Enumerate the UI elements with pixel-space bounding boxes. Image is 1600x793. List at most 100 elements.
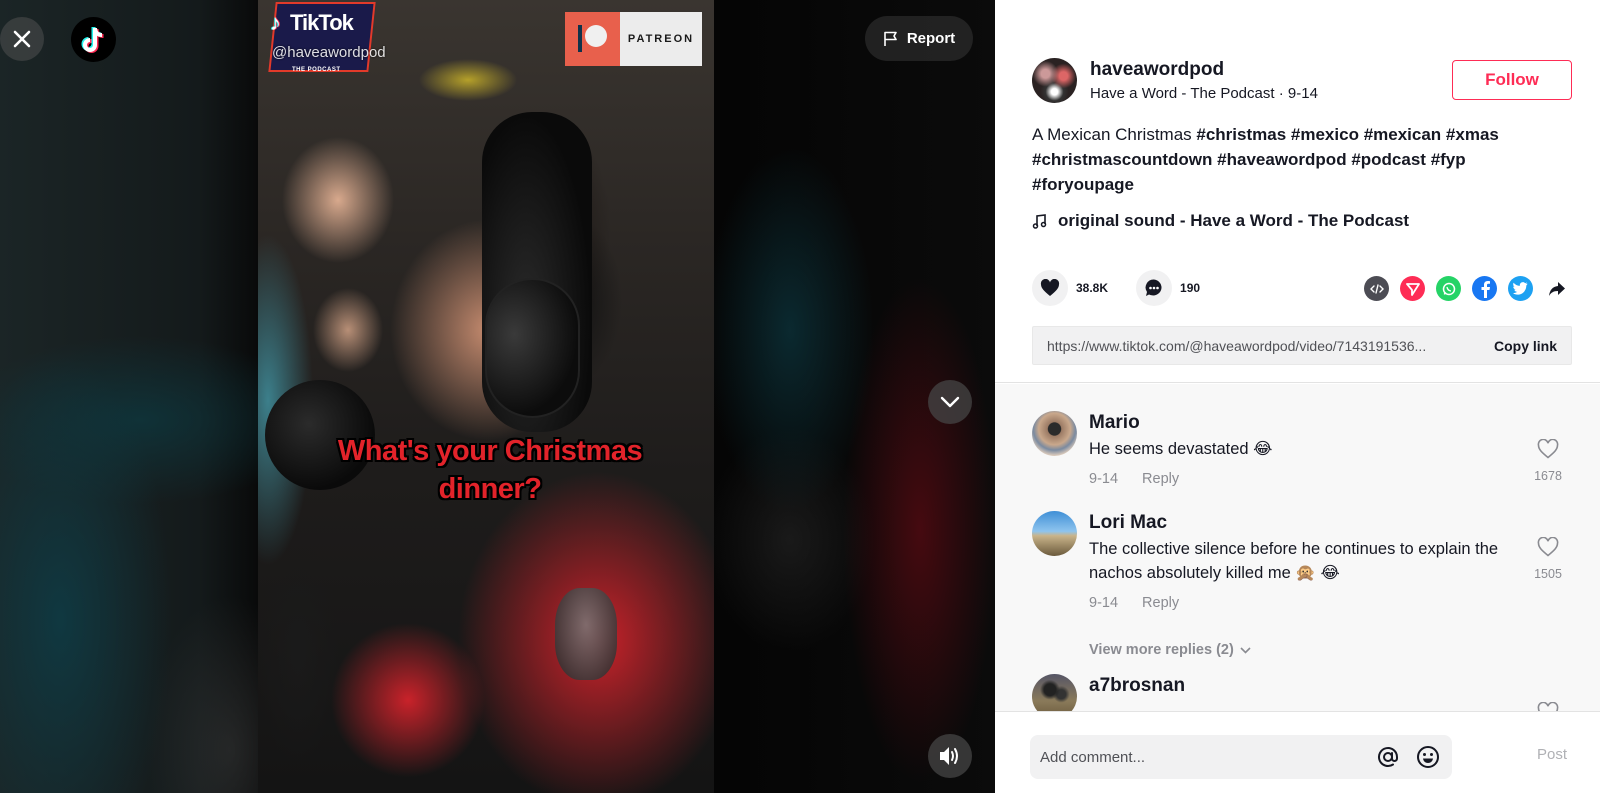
close-button[interactable]: [0, 17, 44, 61]
comment-avatar[interactable]: [1032, 411, 1077, 456]
hashtag[interactable]: #christmas: [1196, 125, 1286, 144]
comment-icon: [1145, 279, 1162, 296]
description-text: A Mexican Christmas: [1032, 125, 1197, 144]
follow-button[interactable]: Follow: [1452, 60, 1572, 100]
comment-like-count: 1678: [1534, 469, 1562, 483]
video-description: A Mexican Christmas #christmas #mexico #…: [1032, 122, 1572, 197]
send-arrow-icon: [1405, 282, 1420, 296]
engagement-stats: 38.8K 190: [1032, 270, 1228, 306]
comment-input-wrapper: [1030, 735, 1452, 779]
facebook-icon: [1481, 280, 1490, 298]
heart-outline-icon: [1537, 536, 1559, 557]
comment-avatar[interactable]: [1032, 511, 1077, 556]
video-watermark: ♪ TikTok @haveawordpod THE PODCAST: [262, 0, 402, 82]
chevron-down-icon: [1240, 646, 1251, 654]
twitter-share-button[interactable]: [1508, 276, 1533, 301]
whatsapp-icon: [1442, 282, 1455, 295]
post-comment-button[interactable]: Post: [1537, 746, 1567, 763]
tiktok-logo-icon: [81, 26, 104, 53]
music-note-icon: [1032, 214, 1047, 229]
video-caption: What's your Christmas dinner?: [300, 432, 680, 508]
patreon-banner: PATREON: [565, 12, 702, 66]
comment-avatar[interactable]: [1032, 674, 1077, 711]
author-username[interactable]: haveawordpod: [1090, 58, 1318, 82]
emoji-button[interactable]: [1414, 743, 1442, 771]
comment-input[interactable]: [1040, 748, 1362, 766]
author-block: haveawordpod Have a Word - The Podcast ·…: [1032, 58, 1318, 103]
like-button[interactable]: [1032, 270, 1068, 306]
video-headphone-cup-shape: [485, 278, 580, 418]
at-sign-icon: [1378, 747, 1398, 767]
emoji-icon: [1417, 746, 1439, 768]
music-link[interactable]: original sound - Have a Word - The Podca…: [1032, 211, 1409, 231]
post-date: 9-14: [1287, 85, 1318, 102]
share-arrow-icon: [1548, 281, 1565, 296]
embed-button[interactable]: [1364, 276, 1389, 301]
author-separator: ·: [1274, 85, 1288, 102]
comment-like-button[interactable]: 1678: [1530, 438, 1566, 483]
twitter-icon: [1513, 282, 1528, 295]
comment-username[interactable]: Lori Mac: [1089, 511, 1519, 535]
share-bar: [1364, 276, 1569, 301]
comment-username[interactable]: Mario: [1089, 411, 1519, 435]
hashtag[interactable]: #christmascountdown: [1032, 150, 1212, 169]
share-link-url[interactable]: https://www.tiktok.com/@haveawordpod/vid…: [1047, 338, 1426, 354]
comment-list[interactable]: Mario He seems devastated 😂 9-14 Reply 1…: [995, 384, 1600, 711]
comment-count: 190: [1180, 281, 1201, 295]
hashtag[interactable]: #haveawordpod: [1217, 150, 1346, 169]
watermark-handle: @haveawordpod: [272, 44, 386, 61]
embed-code-icon: [1369, 283, 1384, 294]
comment-like-count: 1505: [1534, 567, 1562, 581]
comment-username[interactable]: a7brosnan: [1089, 674, 1519, 698]
comment-date: 9-14: [1089, 595, 1119, 611]
music-title: original sound - Have a Word - The Podca…: [1058, 211, 1410, 230]
comment-like-button[interactable]: [1530, 701, 1566, 711]
reply-button[interactable]: Reply: [1142, 471, 1179, 487]
next-video-button[interactable]: [928, 380, 972, 424]
send-to-friends-button[interactable]: [1400, 276, 1425, 301]
video-info-section: haveawordpod Have a Word - The Podcast ·…: [995, 0, 1600, 383]
mention-button[interactable]: [1374, 743, 1402, 771]
hashtag[interactable]: #foryoupage: [1032, 175, 1134, 194]
hashtag[interactable]: #podcast: [1351, 150, 1426, 169]
hashtag[interactable]: #mexico: [1291, 125, 1359, 144]
author-avatar[interactable]: [1032, 58, 1077, 103]
patreon-logo-icon: [565, 12, 620, 66]
watermark-brand: TikTok: [290, 10, 354, 35]
like-count: 38.8K: [1076, 281, 1109, 295]
video-stage: ♪ TikTok @haveawordpod THE PODCAST PATRE…: [0, 0, 995, 793]
caption-line-1: What's your Christmas: [337, 435, 643, 467]
heart-outline-icon: [1537, 701, 1559, 711]
comment-text: He seems devastated 😂: [1089, 440, 1273, 458]
hashtag[interactable]: #mexican: [1364, 125, 1442, 144]
reply-button[interactable]: Reply: [1142, 595, 1179, 611]
comment-like-button[interactable]: 1505: [1530, 536, 1566, 581]
author-subtitle: Have a Word - The Podcast · 9-14: [1090, 85, 1318, 102]
heart-outline-icon: [1537, 438, 1559, 459]
caption-line-2: dinner?: [438, 473, 542, 505]
report-label: Report: [906, 30, 956, 47]
comment-composer: Post: [995, 711, 1600, 793]
view-more-replies-label: View more replies (2): [1089, 642, 1234, 658]
chevron-down-icon: [940, 396, 960, 408]
whatsapp-share-button[interactable]: [1436, 276, 1461, 301]
hashtag[interactable]: #fyp: [1431, 150, 1466, 169]
close-icon: [13, 30, 31, 48]
author-nickname: Have a Word - The Podcast: [1090, 85, 1275, 102]
watermark-subtitle: THE PODCAST: [292, 67, 341, 73]
share-link-box: https://www.tiktok.com/@haveawordpod/vid…: [1032, 326, 1572, 365]
heart-icon: [1040, 279, 1060, 296]
patreon-label: PATREON: [620, 12, 702, 66]
view-more-replies-button[interactable]: View more replies (2): [1089, 642, 1251, 658]
hashtag[interactable]: #xmas: [1446, 125, 1499, 144]
tiktok-logo-button[interactable]: [71, 17, 116, 62]
volume-icon: [940, 747, 958, 765]
comment-button[interactable]: [1136, 270, 1173, 306]
volume-button[interactable]: [928, 734, 972, 778]
report-button[interactable]: Report: [865, 16, 973, 61]
video-sleeve-badge-shape: [555, 588, 617, 680]
copy-link-button[interactable]: Copy link: [1494, 338, 1557, 354]
facebook-share-button[interactable]: [1472, 276, 1497, 301]
comment-date: 9-14: [1089, 471, 1119, 487]
more-share-button[interactable]: [1544, 276, 1569, 301]
